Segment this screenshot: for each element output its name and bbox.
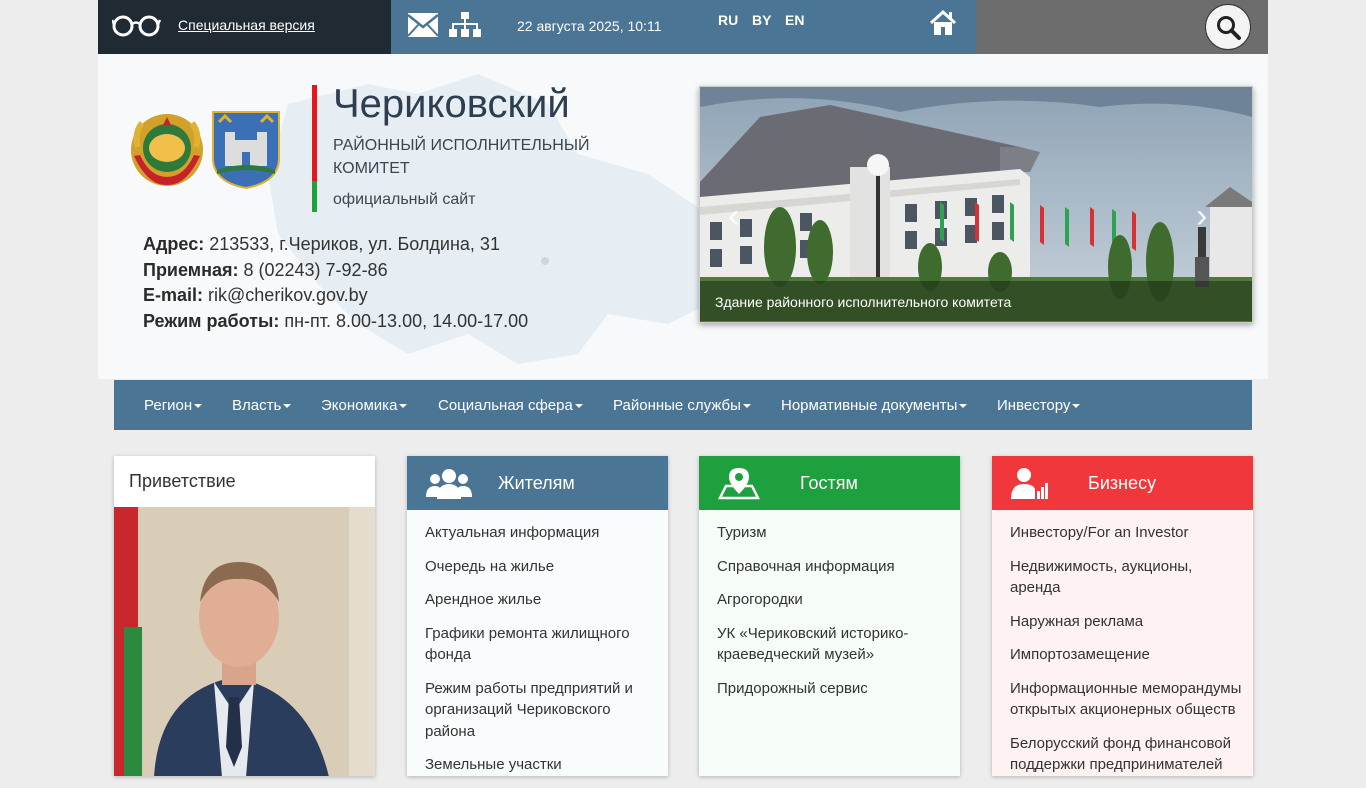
topbar-accessibility: Специальная версия [98,0,391,54]
caret-down-icon [574,404,583,409]
business-list-wrap: Инвестору/For an Investor Недвижимость, … [992,510,1253,780]
nav-label: Регион [144,397,193,414]
residents-card-header[interactable]: Жителям [407,456,668,510]
caret-down-icon [1072,404,1081,409]
site-title: Чериковский [333,82,570,126]
address-value: 213533, г.Чериков, ул. Болдина, 31 [209,234,500,254]
nav-item-region[interactable]: Регион [144,397,203,414]
map-pin-icon [718,468,760,500]
caret-down-icon [283,404,292,409]
caret-down-icon [959,404,968,409]
lang-en[interactable]: EN [785,12,804,28]
sitemap-icon[interactable] [449,12,481,38]
chairman-photo [114,507,375,776]
list-item[interactable]: Справочная информация [717,556,952,578]
nav-item-services[interactable]: Районные службы [613,397,751,414]
caret-down-icon [194,404,203,409]
nav-item-social[interactable]: Социальная сфера [438,397,583,414]
slider-prev-arrow[interactable]: ‹ [728,197,739,236]
residents-title: Жителям [498,473,575,493]
list-item[interactable]: Режим работы предприятий и организаций Ч… [425,678,660,743]
address-label: Адрес: [143,234,205,254]
current-datetime: 22 августа 2025, 10:11 [517,18,662,34]
list-item[interactable]: УК «Чериковский историко-краеведческий м… [717,623,952,666]
businessman-chart-icon [1011,468,1048,499]
guests-card: Гостям Туризм Справочная информация Агро… [699,456,960,776]
people-icon [426,469,472,499]
nav-item-economy[interactable]: Экономика [321,397,408,414]
nav-item-government[interactable]: Власть [232,397,292,414]
caret-down-icon [399,404,408,409]
site-header: Чериковский РАЙОННЫЙ ИСПОЛНИТЕЛЬНЫЙ КОМИ… [98,54,1268,379]
residents-list: Актуальная информация Очередь на жилье А… [425,522,660,788]
greeting-card[interactable]: Приветствие [114,456,375,776]
home-icon[interactable] [929,9,957,37]
flag-bar [312,85,317,212]
slider-caption-bar: Здание районного исполнительного комитет… [700,281,1252,321]
nav-label: Инвестору [997,397,1071,414]
nav-label: Социальная сфера [438,397,573,414]
email-label: E-mail: [143,285,204,306]
cherikov-coat-of-arms [212,111,280,190]
nav-item-investor[interactable]: Инвестору [997,397,1081,414]
email-link[interactable]: rik@cherikov.gov.by [208,285,368,305]
nav-label: Экономика [321,397,398,414]
nav-item-documents[interactable]: Нормативные документы [781,397,968,414]
guests-list-wrap: Туризм Справочная информация Агрогородки… [699,510,960,780]
special-version-link[interactable]: Специальная версия [178,17,315,33]
list-item[interactable]: Придорожный сервис [717,678,952,700]
list-item[interactable]: Наружная реклама [1010,611,1245,633]
residents-list-wrap: Актуальная информация Очередь на жилье А… [407,510,668,780]
business-card-header[interactable]: Бизнесу [992,456,1253,510]
glasses-icon[interactable] [112,15,162,37]
business-title: Бизнесу [1088,473,1157,493]
lang-ru[interactable]: RU [718,12,738,28]
residents-card: Жителям Актуальная информация Очередь на… [407,456,668,776]
hours-value: пн-пт. 8.00-13.00, 14.00-17.00 [284,311,529,332]
nav-label: Власть [232,397,282,414]
topbar-search [976,0,1268,54]
hours-label: Режим работы: [143,311,280,332]
list-item[interactable]: Инвестору/For an Investor [1010,522,1245,544]
list-item[interactable]: Информационные меморандумы открытых акци… [1010,678,1245,721]
list-item[interactable]: Актуальная информация [425,522,660,544]
lang-by[interactable]: BY [752,12,771,28]
site-official-label: официальный сайт [333,191,476,208]
list-item[interactable]: Земельные участки [425,754,660,776]
business-list: Инвестору/For an Investor Недвижимость, … [1010,522,1245,788]
mail-icon[interactable] [408,13,438,37]
reception-phone: 8 (02243) 7-92-86 [243,259,388,280]
list-item[interactable]: Очередь на жилье [425,556,660,578]
list-item[interactable]: Импортозамещение [1010,644,1245,666]
caret-down-icon [742,404,751,409]
nav-label: Нормативные документы [781,397,958,414]
list-item[interactable]: Графики ремонта жилищного фонда [425,623,660,666]
guests-title: Гостям [800,473,858,493]
photo-slider[interactable]: ‹ › Здание районного исполнительного ком… [699,86,1253,323]
greeting-title: Приветствие [129,471,236,491]
search-icon [1217,16,1241,40]
belarus-emblem [131,114,203,186]
search-button[interactable] [1205,4,1251,50]
main-nav: Регион Власть Экономика Социальная сфера… [114,380,1252,430]
guests-list: Туризм Справочная информация Агрогородки… [717,522,952,711]
site-subtitle: РАЙОННЫЙ ИСПОЛНИТЕЛЬНЫЙ КОМИТЕТ [333,137,590,177]
nav-label: Районные службы [613,397,741,414]
topbar-info: 22 августа 2025, 10:11 RU BY EN [391,0,976,54]
list-item[interactable]: Белорусский фонд финансовой поддержки пр… [1010,733,1245,776]
list-item[interactable]: Недвижимость, аукционы, аренда [1010,556,1245,599]
contacts-block: Адрес: 213533, г.Чериков, ул. Болдина, 3… [143,232,528,335]
list-item[interactable]: Арендное жилье [425,589,660,611]
guests-card-header[interactable]: Гостям [699,456,960,510]
reception-label: Приемная: [143,259,239,280]
slider-caption: Здание районного исполнительного комитет… [715,294,1012,310]
slider-next-arrow[interactable]: › [1196,197,1207,236]
list-item[interactable]: Туризм [717,522,952,544]
list-item[interactable]: Агрогородки [717,589,952,611]
business-card: Бизнесу Инвестору/For an Investor Недвиж… [992,456,1253,776]
